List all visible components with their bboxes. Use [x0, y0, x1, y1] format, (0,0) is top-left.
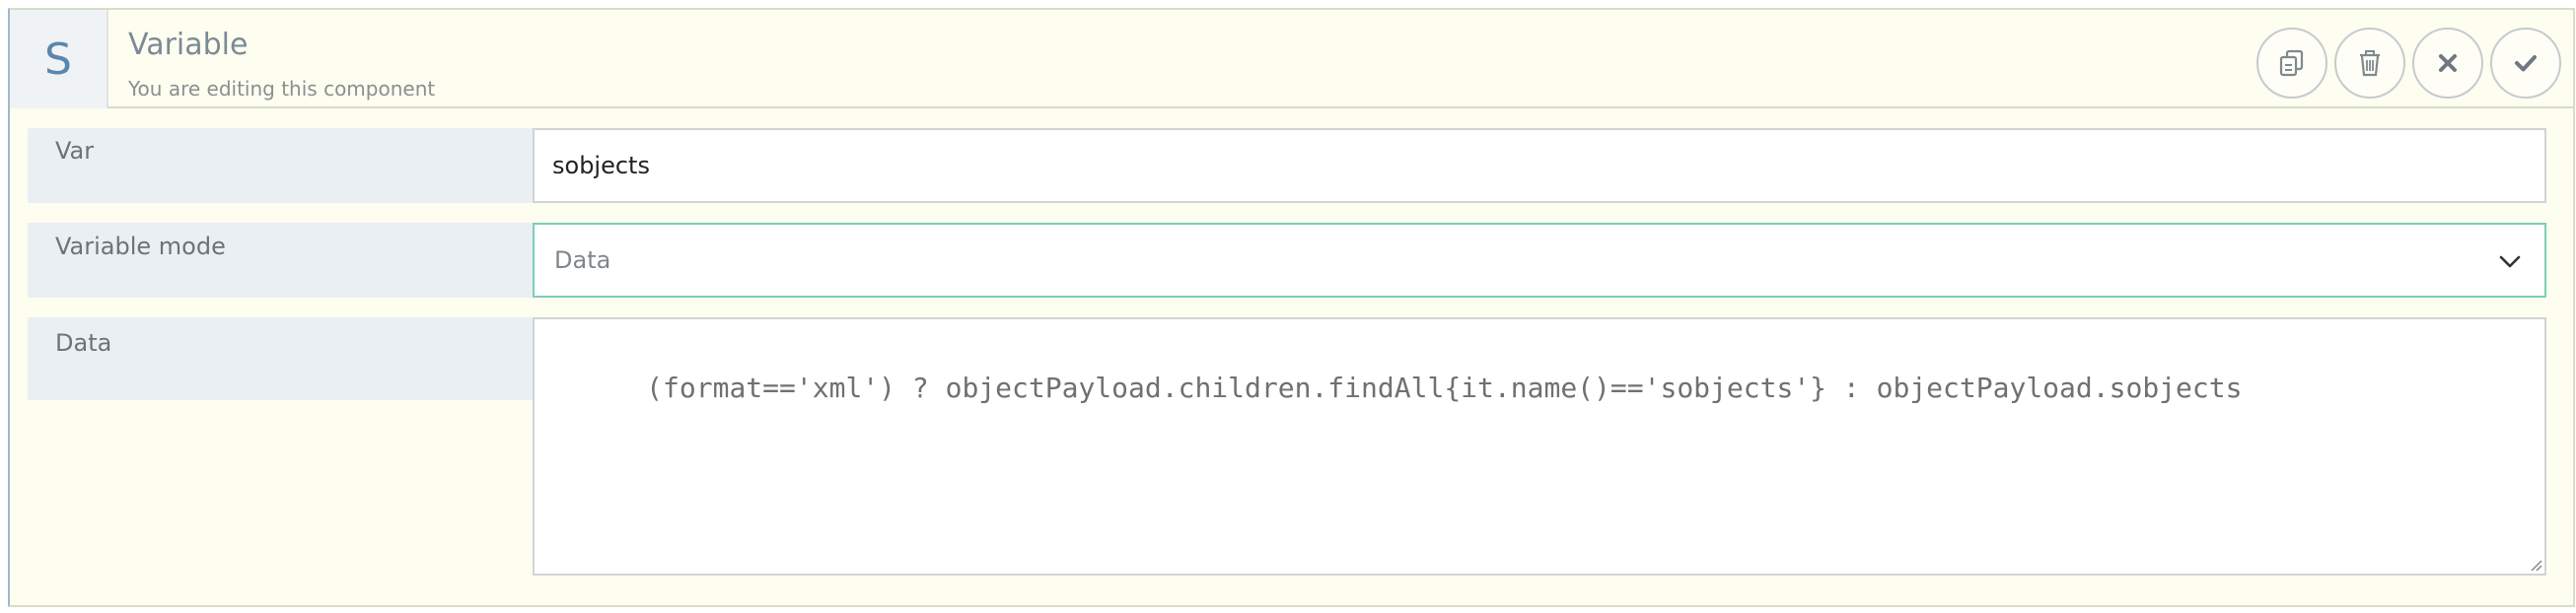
cancel-button[interactable]	[2412, 28, 2483, 99]
component-header: S Variable You are editing this componen…	[10, 10, 2573, 108]
data-textarea[interactable]: (format=='xml') ? objectPayload.children…	[533, 317, 2546, 576]
component-title: Variable	[128, 28, 249, 62]
confirm-button[interactable]	[2490, 28, 2561, 99]
data-expression: (format=='xml') ? objectPayload.children…	[646, 372, 2243, 404]
copy-icon	[2279, 49, 2304, 77]
close-icon	[2439, 54, 2457, 72]
data-label: Data	[28, 317, 533, 400]
trash-icon	[2360, 50, 2380, 77]
header-actions	[2256, 28, 2561, 99]
variable-mode-label: Variable mode	[28, 223, 533, 298]
resize-grip-icon[interactable]	[2527, 556, 2542, 572]
var-row: Var sobjects	[28, 128, 2546, 203]
copy-button[interactable]	[2256, 28, 2327, 99]
variable-mode-row: Variable mode Data	[28, 223, 2546, 298]
component-avatar: S	[10, 10, 108, 108]
variable-mode-select[interactable]: Data	[533, 223, 2546, 298]
check-icon	[2515, 55, 2537, 72]
chevron-down-icon	[2499, 255, 2521, 268]
component-editor-panel: S Variable You are editing this componen…	[8, 8, 2575, 607]
variable-mode-value: Data	[554, 246, 611, 274]
data-row: Data (format=='xml') ? objectPayload.chi…	[28, 317, 2546, 576]
delete-button[interactable]	[2334, 28, 2405, 99]
var-input[interactable]: sobjects	[533, 128, 2546, 203]
var-label: Var	[28, 128, 533, 203]
component-subtitle: You are editing this component	[128, 77, 436, 101]
avatar-letter: S	[44, 34, 72, 85]
